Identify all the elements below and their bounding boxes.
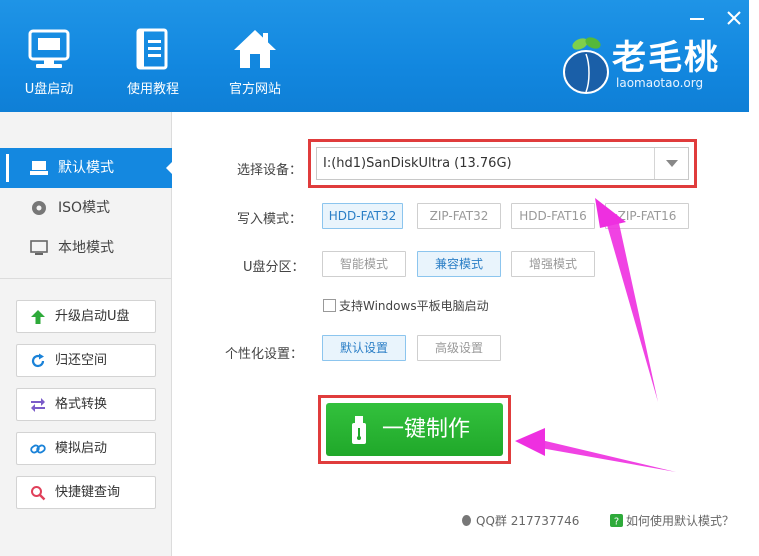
partition-enhanced[interactable]: 增强模式 <box>511 251 595 277</box>
chevron-down-icon[interactable] <box>654 148 688 179</box>
mode-label: ISO模式 <box>58 200 111 216</box>
link-icon <box>30 444 46 454</box>
sidebar: 默认模式 ISO模式 本地模式 升级启动U盘 归还空间 格式转换 模拟启动 快捷… <box>0 112 173 556</box>
write-mode-zip-fat32[interactable]: ZIP-FAT32 <box>417 203 501 229</box>
device-highlight-box: I:(hd1)SanDiskUltra (13.76G) <box>308 139 697 188</box>
tablet-boot-checkbox[interactable] <box>323 299 336 312</box>
usb-stick-icon <box>352 416 366 444</box>
checkbox-label: 支持Windows平板电脑启动 <box>339 299 489 313</box>
nav-tutorial[interactable]: 使用教程 <box>118 28 188 97</box>
mode-default[interactable]: 默认模式 <box>0 148 173 188</box>
write-mode-zip-fat16[interactable]: ZIP-FAT16 <box>605 203 689 229</box>
make-highlight-box: 一键制作 <box>318 395 511 464</box>
search-icon <box>31 486 46 501</box>
svg-text:?: ? <box>614 517 619 528</box>
nav-label: 使用教程 <box>126 82 179 97</box>
home-icon <box>234 30 276 68</box>
book-icon <box>136 28 168 70</box>
write-mode-hdd-fat16[interactable]: HDD-FAT16 <box>511 203 595 229</box>
write-mode-label: 写入模式： <box>237 212 303 227</box>
nav-label: U盘启动 <box>24 82 74 97</box>
minimize-icon[interactable] <box>688 10 706 28</box>
desktop-icon <box>30 240 48 255</box>
tool-label: 格式转换 <box>55 397 108 412</box>
app-header: U盘启动 使用教程 官方网站 老毛桃 laomaotao.org <box>0 0 749 112</box>
nav-usb-boot[interactable]: U盘启动 <box>14 28 84 97</box>
monitor-icon <box>28 29 70 68</box>
hotkey-query-button[interactable]: 快捷键查询 <box>16 476 156 509</box>
simulate-boot-button[interactable]: 模拟启动 <box>16 432 156 465</box>
personal-advanced[interactable]: 高级设置 <box>417 335 501 361</box>
device-select[interactable]: I:(hd1)SanDiskUltra (13.76G) <box>316 147 689 180</box>
peach-logo-icon <box>563 37 609 94</box>
make-button-label: 一键制作 <box>382 417 471 442</box>
mode-iso[interactable]: ISO模式 <box>0 188 172 228</box>
device-value: I:(hd1)SanDiskUltra (13.76G) <box>323 156 512 171</box>
restore-space-button[interactable]: 归还空间 <box>16 344 156 377</box>
tool-label: 升级启动U盘 <box>55 309 130 324</box>
nav-website[interactable]: 官方网站 <box>220 28 290 97</box>
nav-label: 官方网站 <box>228 82 281 97</box>
tablet-boot-option[interactable]: 支持Windows平板电脑启动 <box>323 297 489 314</box>
tool-label: 快捷键查询 <box>55 485 121 500</box>
qq-group-text[interactable]: QQ群 217737746 <box>460 512 579 529</box>
help-label: 如何使用默认模式？ <box>626 514 735 528</box>
personal-default[interactable]: 默认设置 <box>322 335 406 361</box>
partition-label: U盘分区： <box>243 260 305 275</box>
personal-label: 个性化设置： <box>225 347 304 362</box>
partition-smart[interactable]: 智能模式 <box>322 251 406 277</box>
tool-label: 模拟启动 <box>55 441 108 456</box>
close-icon[interactable] <box>724 8 744 28</box>
swap-icon <box>31 398 45 412</box>
help-link[interactable]: ? 如何使用默认模式？ <box>610 512 734 529</box>
help-icon: ? <box>610 514 623 527</box>
mode-local[interactable]: 本地模式 <box>0 228 172 268</box>
brand-logo: 老毛桃 laomaotao.org <box>560 30 740 100</box>
logo-subtitle: laomaotao.org <box>616 76 704 90</box>
usb-drive-icon <box>30 161 48 175</box>
mode-list: 默认模式 ISO模式 本地模式 <box>0 148 173 268</box>
format-convert-button[interactable]: 格式转换 <box>16 388 156 421</box>
main-panel: 选择设备： I:(hd1)SanDiskUltra (13.76G) 写入模式：… <box>173 112 749 556</box>
mode-label: 本地模式 <box>58 240 114 256</box>
disc-icon <box>32 201 46 215</box>
tool-label: 归还空间 <box>55 353 108 368</box>
one-click-make-button[interactable]: 一键制作 <box>326 403 503 456</box>
partition-compatible[interactable]: 兼容模式 <box>417 251 501 277</box>
mode-label: 默认模式 <box>58 160 114 176</box>
device-label: 选择设备： <box>237 163 303 178</box>
qq-penguin-icon <box>462 515 471 526</box>
upgrade-usb-button[interactable]: 升级启动U盘 <box>16 300 156 333</box>
write-mode-hdd-fat32[interactable]: HDD-FAT32 <box>322 203 403 229</box>
logo-text: 老毛桃 <box>612 38 720 78</box>
qq-label: QQ群 217737746 <box>476 514 580 528</box>
sidebar-divider <box>0 278 172 279</box>
arrow-up-icon <box>31 310 45 324</box>
refresh-icon <box>31 353 45 368</box>
